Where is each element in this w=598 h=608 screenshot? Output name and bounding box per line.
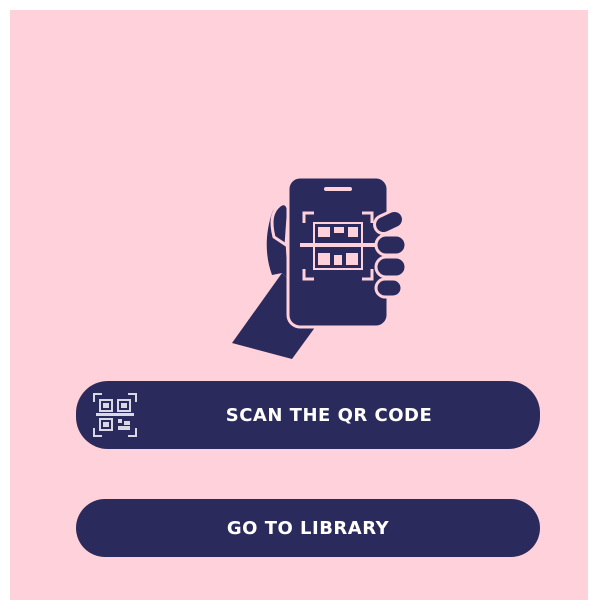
hand-holding-phone-scanning-qr-icon	[220, 165, 420, 365]
go-to-library-label: GO TO LIBRARY	[226, 517, 390, 539]
go-to-library-button[interactable]: GO TO LIBRARY	[76, 499, 540, 557]
app-screen: SCAN THE QR CODE GO TO LIBRARY	[10, 10, 588, 600]
scan-qr-code-label: SCAN THE QR CODE	[225, 404, 433, 426]
qr-code-icon	[92, 392, 138, 438]
scan-qr-code-button[interactable]: SCAN THE QR CODE	[76, 381, 540, 449]
